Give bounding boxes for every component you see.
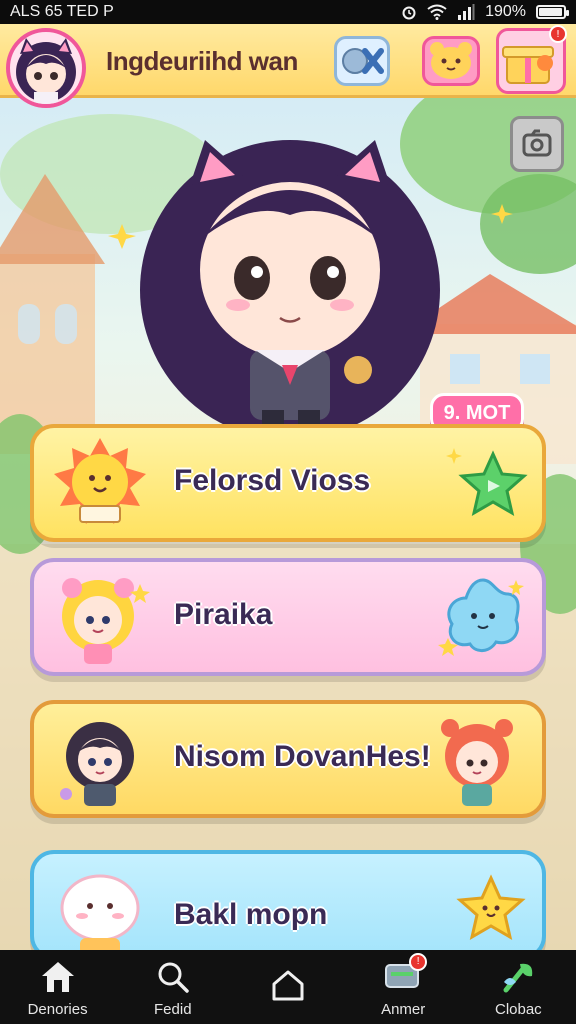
menu-card-2-label: Piraika: [174, 598, 273, 631]
wrench-gear-icon: [342, 48, 384, 74]
battery-percent: 190%: [485, 3, 526, 20]
camera-button[interactable]: [510, 116, 564, 172]
top-bar: Ingdeuriihd wan !: [0, 24, 576, 108]
home-icon: [38, 957, 78, 997]
camera-icon: [522, 129, 552, 157]
nav-search[interactable]: Fedid: [123, 957, 223, 1018]
battery-fill: [539, 8, 563, 16]
sun-mascot-icon: [54, 438, 146, 524]
green-star-icon: [458, 450, 528, 517]
main-character: [140, 140, 440, 440]
menu-card-4-label: Bakl mopn: [174, 898, 328, 931]
page-title: Ingdeuriihd wan: [106, 46, 298, 76]
bear-face-icon: [430, 42, 472, 79]
pet-bear-button[interactable]: [422, 36, 480, 86]
avatar-portrait-icon: [16, 38, 76, 104]
search-icon: [153, 957, 193, 997]
messages-badge: !: [409, 952, 428, 971]
menu-card-3[interactable]: Nisom DovanHes!: [30, 700, 546, 818]
blue-star-mascot-icon: [438, 578, 524, 656]
signal-icon: [458, 4, 475, 20]
menu-card-3-label: Nisom DovanHes!: [174, 740, 431, 773]
house-outline-icon: [268, 965, 308, 1005]
alarm-icon: [402, 6, 416, 20]
cloud-mascot-icon: [60, 874, 140, 956]
menu-card-2[interactable]: Piraika: [30, 558, 546, 676]
menu-card-1[interactable]: Felorsd Vioss: [30, 424, 546, 542]
wifi-icon: [427, 4, 447, 20]
status-bar: ALS 65 TED P 190%: [0, 0, 576, 24]
nav-collection-label: Clobac: [494, 1000, 542, 1018]
gift-notification-badge: !: [549, 25, 567, 43]
tools-button[interactable]: [334, 36, 390, 86]
battery-icon: [536, 5, 569, 19]
gift-box-button[interactable]: !: [496, 25, 567, 94]
yellow-star-mascot-icon: [456, 874, 526, 941]
nav-search-label: Fedid: [154, 1000, 192, 1018]
nav-messages[interactable]: ! Anmer: [353, 952, 453, 1018]
player-avatar[interactable]: [6, 28, 86, 108]
menu-card-4[interactable]: Bakl mopn: [30, 850, 546, 960]
sparkle-icon: [446, 448, 462, 464]
nav-home[interactable]: Denories: [8, 957, 108, 1018]
nav-messages-label: Anmer: [381, 1000, 426, 1018]
nav-collection[interactable]: Clobac: [468, 957, 568, 1018]
carrier-text: ALS 65 TED P: [10, 3, 114, 20]
blonde-girl-icon: [62, 578, 150, 664]
dark-hair-girl-icon: [60, 722, 134, 806]
menu-card-1-label: Felorsd Vioss: [174, 464, 371, 497]
redhead-girl-icon: [441, 719, 513, 806]
leaf-wand-icon: [498, 957, 538, 997]
nav-home-label: Denories: [27, 1000, 88, 1018]
nav-house[interactable]: [238, 965, 338, 1009]
bottom-nav: Denories Fedid ! Anmer Clobac: [0, 950, 576, 1024]
